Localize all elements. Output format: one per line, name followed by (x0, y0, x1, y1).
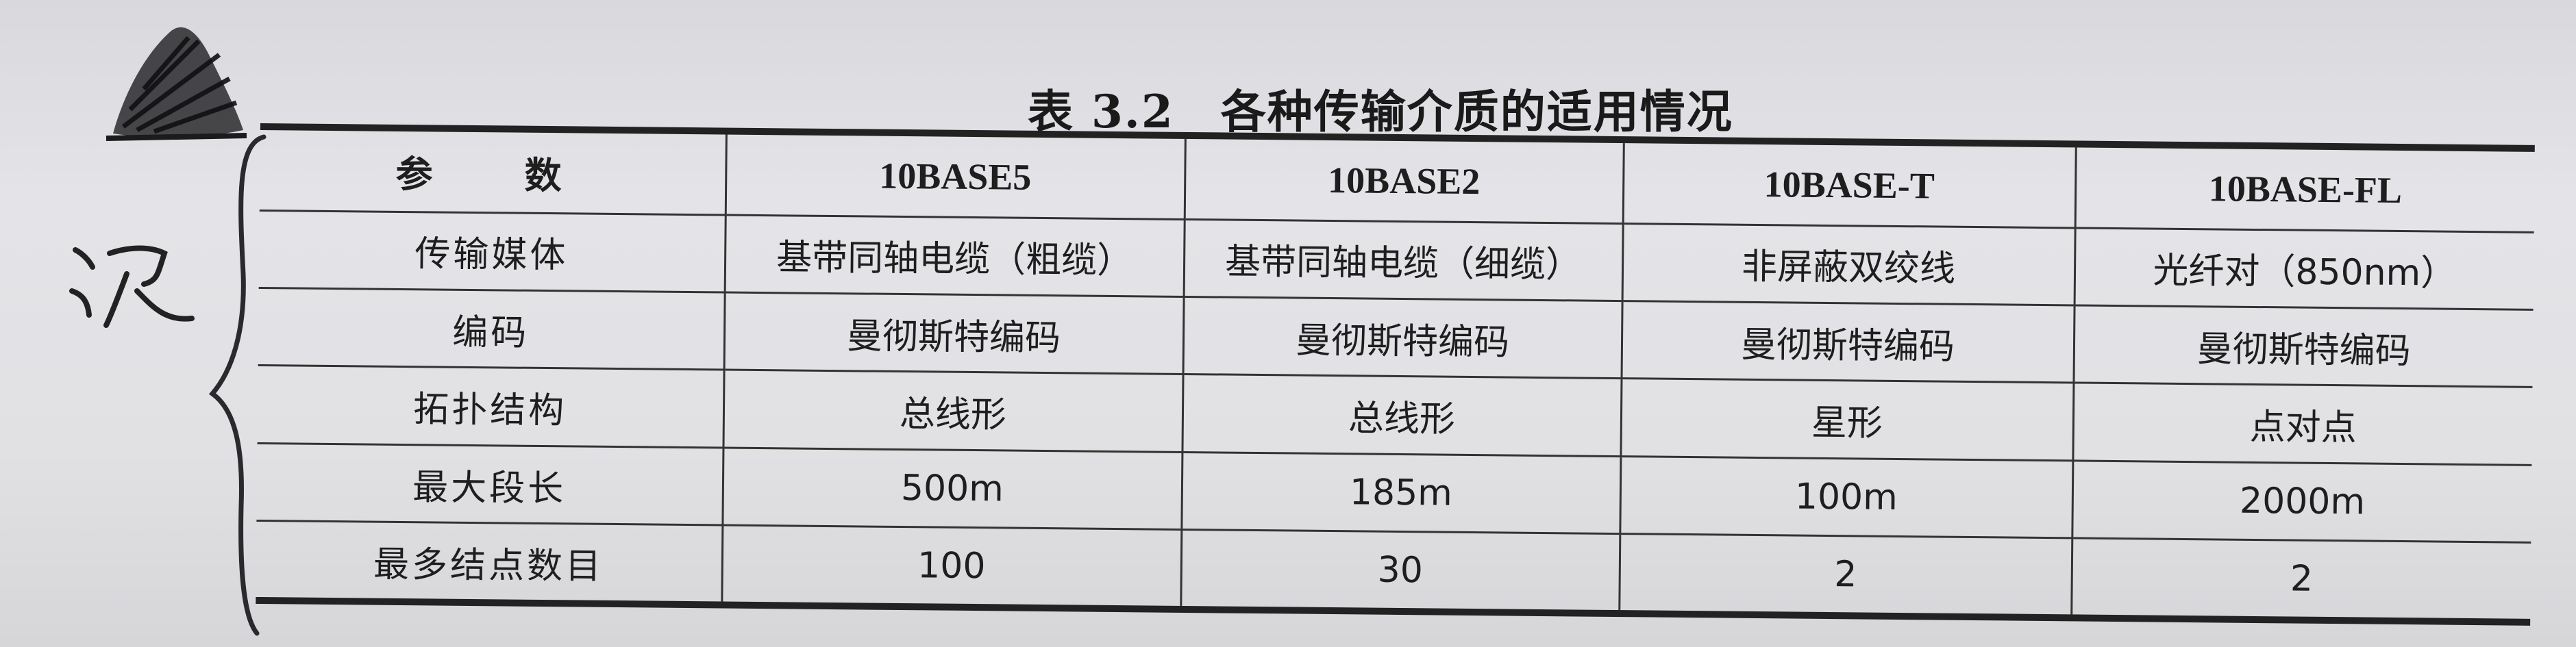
table-cell: 2 (1619, 533, 2072, 615)
row-label: 拓扑结构 (257, 365, 724, 448)
table-cell: 非屏蔽双绞线 (1622, 223, 2075, 305)
table-cell: 曼彻斯特编码 (723, 292, 1184, 375)
column-header: 10BASE2 (1184, 138, 1624, 224)
table-cell: 185m (1181, 452, 1621, 534)
table-cell: 曼彻斯特编码 (2073, 305, 2534, 388)
column-header: 10BASE-FL (2075, 147, 2535, 232)
textbook-page: 表 3.2 各种传输介质的适用情况 参 数 10BASE5 10BASE2 10… (0, 0, 2576, 647)
table-cell: 点对点 (2072, 383, 2533, 466)
handwritten-character-drawing (69, 245, 195, 328)
table-cell: 曼彻斯特编码 (1182, 296, 1622, 379)
handwritten-note (62, 226, 199, 335)
table-cell: 500m (722, 447, 1182, 530)
table-cell: 总线形 (723, 370, 1183, 453)
column-header: 10BASE5 (725, 134, 1185, 219)
row-label: 编码 (258, 288, 725, 370)
column-header: 10BASE-T (1622, 143, 2076, 228)
table-cell: 基带同轴电缆（细缆） (1183, 218, 1623, 301)
table-cell: 星形 (1620, 378, 2074, 461)
table-cell: 2000m (2072, 460, 2532, 543)
row-label: 最大段长 (256, 443, 723, 526)
table-cell: 总线形 (1182, 374, 1622, 457)
table-cell: 100m (1620, 456, 2073, 539)
table-cell: 曼彻斯特编码 (1621, 301, 2075, 383)
row-label: 最多结点数目 (256, 520, 723, 602)
table-cell: 30 (1180, 529, 1620, 611)
row-label: 传输媒体 (258, 210, 726, 292)
table-grid: 参 数 10BASE5 10BASE2 10BASE-T 10BASE-FL 传… (256, 129, 2535, 619)
media-comparison-table: 参 数 10BASE5 10BASE2 10BASE-T 10BASE-FL 传… (256, 123, 2535, 628)
table-cell: 基带同轴电缆（粗缆） (724, 214, 1185, 297)
table-cell: 100 (721, 525, 1182, 606)
table-cell: 光纤对（850nm） (2074, 227, 2534, 310)
table-cell: 2 (2290, 558, 2314, 600)
column-header: 参 数 (259, 129, 726, 215)
